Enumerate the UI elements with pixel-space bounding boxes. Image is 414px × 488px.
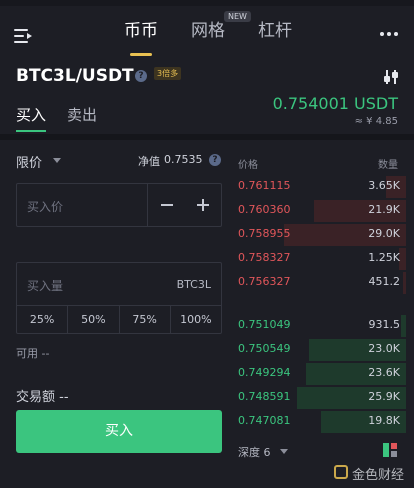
depth-select[interactable]: 深度 6 (238, 444, 271, 460)
bid-price: 0.749294 (238, 366, 291, 379)
ask-price: 0.760360 (238, 203, 291, 216)
percent-75-button[interactable]: 75% (120, 306, 171, 334)
chart-settings-icon[interactable] (383, 70, 399, 84)
ask-depth-bar (403, 272, 406, 294)
order-type-select[interactable]: 限价 (16, 152, 42, 171)
price-placeholder: 买入价 (27, 200, 64, 214)
section-divider (0, 134, 414, 140)
watermark-text: 金色财经 (352, 468, 405, 483)
ask-price: 0.761115 (238, 179, 291, 192)
ask-quantity: 29.0K (368, 227, 400, 240)
ask-quantity: 3.65K (368, 179, 400, 192)
bid-row[interactable]: 0.750549 23.0K (236, 337, 406, 361)
bid-price: 0.747081 (238, 414, 291, 427)
nav-help-icon[interactable]: ? (209, 154, 221, 166)
bid-quantity: 19.8K (368, 414, 400, 427)
new-badge: NEW (224, 11, 251, 22)
percent-selector: 25% 50% 75% 100% (17, 305, 221, 334)
active-tab-indicator (130, 53, 152, 56)
ask-row[interactable]: 0.758955 29.0K (236, 222, 406, 246)
bid-price: 0.748591 (238, 390, 291, 403)
quantity-placeholder: 买入量 (27, 279, 64, 293)
available-balance: 可用 -- (16, 347, 50, 360)
ask-quantity: 1.25K (368, 251, 400, 264)
depth-chevron-down-icon (280, 449, 288, 454)
bid-row[interactable]: 0.747081 19.8K (236, 409, 406, 433)
ask-row[interactable]: 0.758327 1.25K (236, 246, 406, 270)
top-nav: 币币 网格 NEW 杠杆 (0, 6, 414, 66)
pair-symbol[interactable]: BTC3L/USDT (16, 66, 134, 86)
price-increase-button[interactable] (188, 183, 220, 227)
last-price: 0.754001 USDT (272, 94, 398, 113)
bid-price: 0.750549 (238, 342, 291, 355)
price-decrease-button[interactable] (151, 183, 183, 227)
percent-50-button[interactable]: 50% (68, 306, 120, 334)
ask-quantity: 21.9K (368, 203, 400, 216)
buy-tab-indicator (16, 130, 46, 132)
ask-price: 0.758327 (238, 251, 291, 264)
ask-depth-bar (399, 248, 406, 270)
bid-row[interactable]: 0.751049 931.5 (236, 313, 406, 337)
bid-quantity: 931.5 (368, 318, 401, 331)
quantity-unit: BTC3L (176, 278, 211, 291)
ask-price: 0.758955 (238, 227, 291, 240)
tab-sell[interactable]: 卖出 (67, 104, 97, 125)
help-icon[interactable]: ? (135, 70, 147, 82)
minus-icon (161, 204, 173, 206)
orderbook-qty-header: 数量 (378, 160, 398, 171)
ask-row[interactable]: 0.756327 451.2 (236, 270, 406, 294)
tab-margin[interactable]: 杠杆 (258, 16, 292, 41)
more-icon[interactable] (380, 32, 400, 38)
ask-price: 0.756327 (238, 275, 291, 288)
nav-value: 0.7535 (164, 153, 203, 166)
bid-depth-bar (401, 315, 406, 337)
bid-price: 0.751049 (238, 318, 291, 331)
tab-buy[interactable]: 买入 (16, 104, 46, 125)
bid-quantity: 23.0K (368, 342, 400, 355)
percent-25-button[interactable]: 25% (17, 306, 69, 334)
trade-amount: 交易额 -- (16, 390, 69, 405)
orderbook-layout-icon[interactable] (383, 443, 397, 457)
tab-spot[interactable]: 币币 (124, 16, 158, 41)
chevron-down-icon (53, 158, 61, 163)
bid-quantity: 25.9K (368, 390, 400, 403)
bid-row[interactable]: 0.748591 25.9K (236, 385, 406, 409)
buy-button[interactable]: 买入 (16, 410, 222, 453)
stepper-divider (147, 183, 148, 227)
ask-row[interactable]: 0.760360 21.9K (236, 198, 406, 222)
nav-label: 净值 (138, 155, 160, 168)
bid-row[interactable]: 0.749294 23.6K (236, 361, 406, 385)
leverage-badge: 3倍多 (154, 67, 182, 80)
watermark-logo-icon (334, 465, 348, 479)
quantity-input[interactable]: 买入量 BTC3L 25% 50% 75% 100% (16, 262, 222, 334)
ask-row[interactable]: 0.761115 3.65K (236, 174, 406, 198)
menu-icon[interactable] (14, 28, 34, 44)
tab-grid[interactable]: 网格 (191, 16, 225, 41)
bid-quantity: 23.6K (368, 366, 400, 379)
orderbook-price-header: 价格 (238, 160, 258, 171)
ask-quantity: 451.2 (368, 275, 401, 288)
percent-100-button[interactable]: 100% (171, 306, 221, 334)
fiat-price: ≈ ¥ 4.85 (354, 116, 398, 127)
